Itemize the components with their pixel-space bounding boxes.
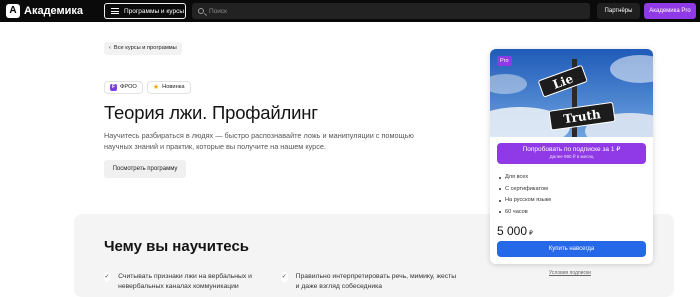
menu-icon [111, 8, 119, 14]
pro-tag: Pro [497, 56, 512, 66]
star-icon: ★ [152, 84, 160, 91]
view-program-button[interactable]: Посмотреть программу [104, 160, 186, 178]
chevron-left-icon: ‹ [109, 45, 111, 51]
back-to-courses-label: Все курсы и программы [113, 45, 177, 51]
subscription-sublabel: Далее 990 ₽ в месяц [549, 154, 594, 159]
new-badge-label: Новинка [162, 84, 185, 90]
learn-item-text: Считывать признаки лжи на вербальных и н… [118, 273, 252, 290]
pricing-card: Lie Truth Pro Попробовать по подписке за… [490, 49, 653, 264]
feature-item: На русском языке [499, 195, 551, 207]
search-input[interactable] [209, 7, 569, 15]
learn-item: ✓ Считывать признаки лжи на вербальных и… [104, 272, 274, 292]
bullet-icon [499, 176, 501, 179]
logo-icon: А [6, 4, 20, 18]
feature-label: На русском языке [505, 197, 552, 203]
feature-item: С сертификатом [499, 184, 551, 196]
learn-item-text: Правильно интерпретировать речь, мимику,… [295, 273, 457, 290]
check-icon: ✓ [281, 272, 288, 282]
price: 5 000 ₽ [497, 224, 533, 238]
programs-menu-label: Программы и курсы [124, 7, 184, 15]
try-subscription-button[interactable]: Попробовать по подписке за 1 ₽ Далее 990… [497, 143, 646, 164]
feature-item: Для всех [499, 172, 551, 184]
academika-pro-button[interactable]: Академика Pro [644, 3, 696, 19]
provider-badge-label: ФРОО [120, 84, 137, 90]
buy-forever-button[interactable]: Купить навсегда [497, 241, 646, 257]
new-badge: ★ Новинка [146, 81, 191, 94]
course-description: Научитесь разбираться в людях — быстро р… [104, 131, 414, 151]
feature-label: 60 часов [505, 208, 528, 215]
course-cover-image: Lie Truth [490, 49, 653, 137]
provider-badge[interactable]: F ФРОО [104, 81, 143, 94]
logo-text: Академика [24, 5, 84, 17]
partners-button[interactable]: Партнёры [597, 3, 640, 19]
learn-item: ✓ Правильно интерпретировать речь, мимик… [281, 272, 461, 292]
top-nav-bar: А Академика Программы и курсы Партнёры А… [0, 0, 700, 22]
logo[interactable]: А Академика [6, 4, 83, 18]
check-icon: ✓ [104, 272, 111, 282]
course-title: Теория лжи. Профайлинг [104, 102, 318, 123]
programs-menu-button[interactable]: Программы и курсы [104, 3, 186, 19]
feature-label: С сертификатом [505, 185, 548, 192]
bullet-icon [499, 199, 501, 202]
search-bar[interactable] [192, 3, 590, 19]
bullet-icon [499, 188, 501, 191]
learn-section-title: Чему вы научитесь [104, 238, 250, 255]
subscription-terms-link[interactable]: Условия подписки [549, 270, 591, 276]
currency-symbol: ₽ [529, 231, 533, 237]
feature-label: Для всех [505, 174, 529, 180]
course-badges: F ФРОО ★ Новинка [104, 81, 191, 94]
subscription-label: Попробовать по подписке за 1 ₽ [522, 146, 621, 153]
provider-logo-icon: F [110, 84, 117, 91]
search-icon [198, 8, 204, 14]
back-to-courses-button[interactable]: ‹ Все курсы и программы [104, 42, 182, 55]
feature-item: 60 часов [499, 207, 551, 219]
course-features: Для всех С сертификатом На русском языке… [499, 172, 551, 218]
bullet-icon [499, 211, 501, 214]
price-value: 5 000 [497, 224, 528, 238]
